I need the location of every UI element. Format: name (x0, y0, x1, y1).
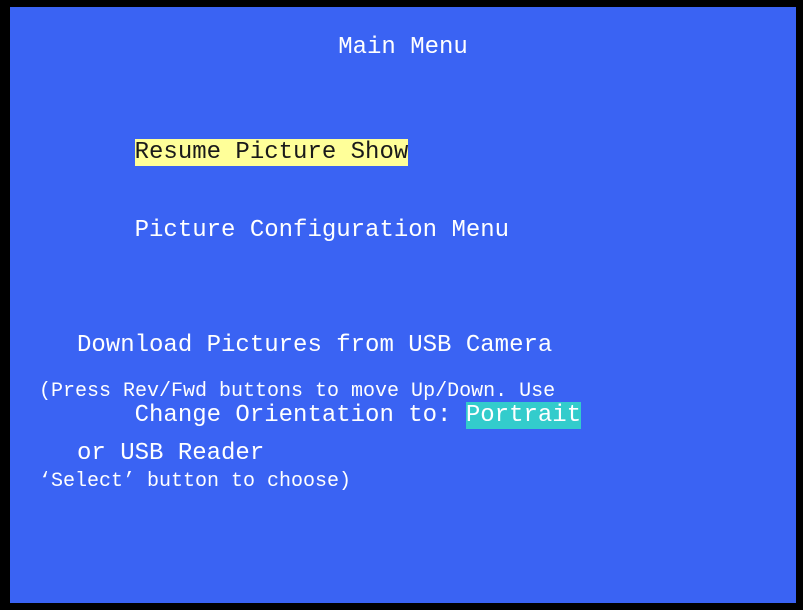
menu-item-label: Resume Picture Show (134, 139, 409, 166)
instructions-line1: (Press Rev/Fwd buttons to move Up/Down. … (39, 380, 556, 403)
menu-title: Main Menu (338, 34, 468, 61)
main-menu-screen: Main Menu Resume Picture Show Picture Co… (10, 7, 796, 603)
menu-item-label: Picture Configuration Menu (134, 217, 510, 244)
instructions-text: (Press Rev/Fwd buttons to move Up/Down. … (39, 317, 779, 557)
instructions-line2: ‘Select’ button to choose) (39, 470, 352, 493)
